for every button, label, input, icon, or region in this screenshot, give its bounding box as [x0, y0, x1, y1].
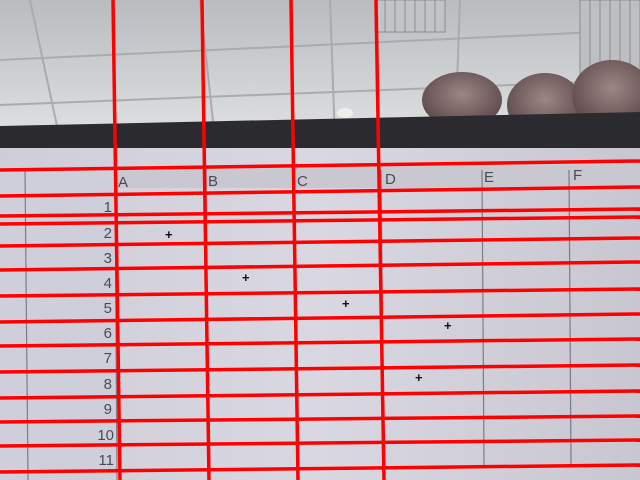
column-header-b: B — [208, 173, 219, 190]
column-header-c: C — [297, 173, 308, 190]
row-header-1: 1 — [103, 199, 112, 216]
row-header-11: 11 — [98, 452, 114, 469]
row-header-4: 4 — [103, 275, 112, 292]
marker-a2: + — [165, 227, 173, 242]
column-header-a: A — [118, 174, 129, 191]
column-header-d: D — [385, 171, 396, 188]
column-header-e: E — [484, 169, 495, 186]
marker-d6: + — [444, 318, 452, 333]
marker-d8: + — [415, 370, 423, 385]
marker-b4: + — [242, 270, 250, 285]
row-header-2: 2 — [103, 225, 112, 242]
row-header-10: 10 — [97, 427, 114, 444]
row-header-5: 5 — [103, 300, 112, 317]
row-header-6: 6 — [103, 325, 112, 342]
ceiling-lamp — [337, 108, 353, 118]
column-header-f: F — [573, 167, 583, 184]
row-header-3: 3 — [103, 250, 112, 267]
row-header-9: 9 — [103, 401, 112, 418]
row-header-8: 8 — [103, 376, 112, 393]
marker-c5: + — [342, 296, 350, 311]
row-header-7: 7 — [103, 350, 112, 367]
